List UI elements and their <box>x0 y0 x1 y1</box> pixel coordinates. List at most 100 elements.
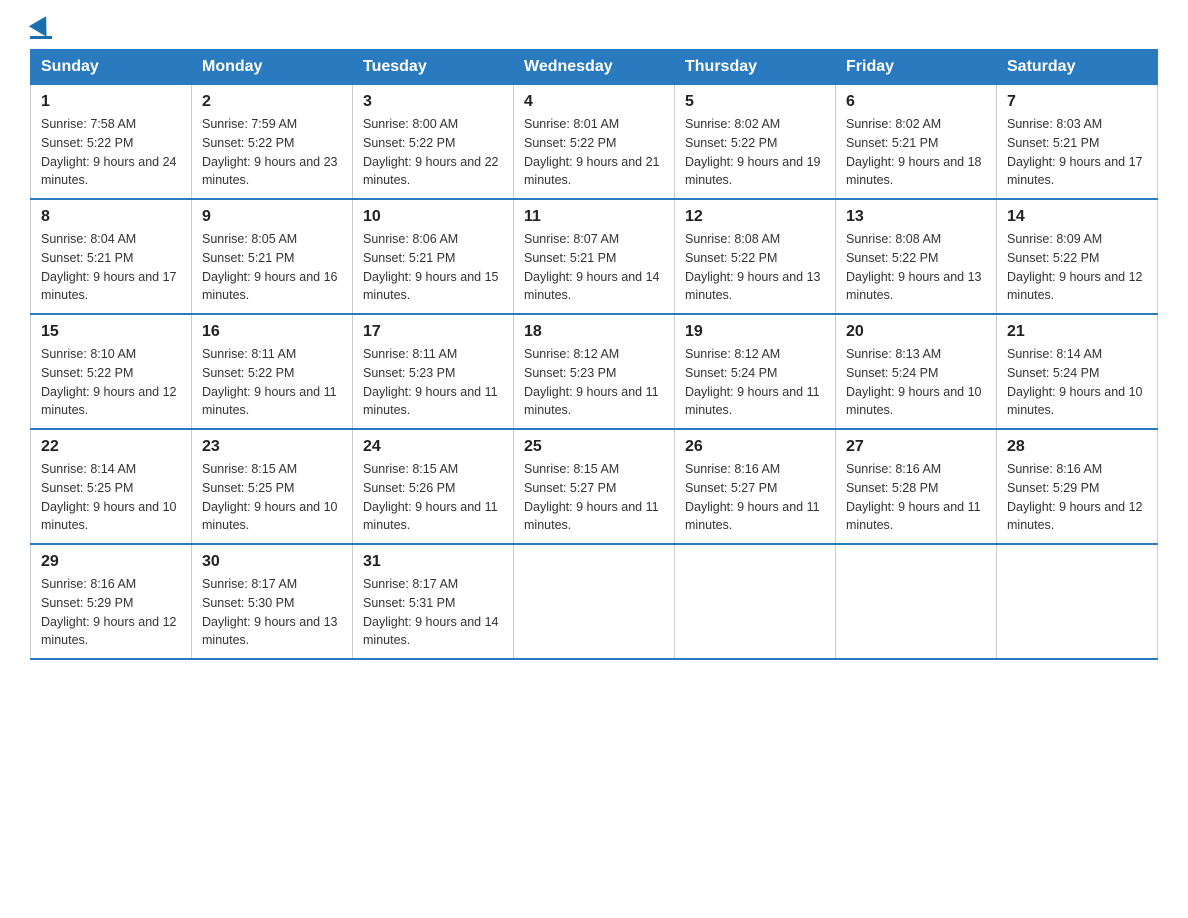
week-row-3: 15 Sunrise: 8:10 AMSunset: 5:22 PMDayligh… <box>31 314 1158 429</box>
day-info: Sunrise: 8:02 AMSunset: 5:22 PMDaylight:… <box>685 115 825 190</box>
calendar-cell: 20Sunrise: 8:13 AMSunset: 5:24 PMDayligh… <box>836 314 997 429</box>
day-number: 28 <box>1007 438 1147 456</box>
calendar-cell: 11 Sunrise: 8:07 AMSunset: 5:21 PMDayligh… <box>514 199 675 314</box>
day-info: Sunrise: 8:03 AMSunset: 5:21 PMDaylight:… <box>1007 115 1147 190</box>
calendar-cell <box>514 544 675 659</box>
day-info: Sunrise: 8:16 AMSunset: 5:28 PMDaylight:… <box>846 460 986 535</box>
day-info: Sunrise: 8:09 AMSunset: 5:22 PMDaylight:… <box>1007 230 1147 305</box>
day-info: Sunrise: 8:15 AMSunset: 5:25 PMDaylight:… <box>202 460 342 535</box>
week-row-4: 22 Sunrise: 8:14 AMSunset: 5:25 PMDayligh… <box>31 429 1158 544</box>
day-number: 6 <box>846 93 986 111</box>
calendar-cell: 30 Sunrise: 8:17 AMSunset: 5:30 PMDayligh… <box>192 544 353 659</box>
day-number: 7 <box>1007 93 1147 111</box>
weekday-header-tuesday: Tuesday <box>353 50 514 85</box>
calendar-cell: 31Sunrise: 8:17 AMSunset: 5:31 PMDayligh… <box>353 544 514 659</box>
day-number: 29 <box>41 553 181 571</box>
day-info: Sunrise: 8:08 AMSunset: 5:22 PMDaylight:… <box>846 230 986 305</box>
day-number: 25 <box>524 438 664 456</box>
day-number: 19 <box>685 323 825 341</box>
calendar-cell: 8 Sunrise: 8:04 AMSunset: 5:21 PMDaylight… <box>31 199 192 314</box>
day-number: 13 <box>846 208 986 226</box>
weekday-header-wednesday: Wednesday <box>514 50 675 85</box>
calendar-cell: 7 Sunrise: 8:03 AMSunset: 5:21 PMDaylight… <box>997 85 1158 200</box>
week-row-1: 1 Sunrise: 7:58 AMSunset: 5:22 PMDaylight… <box>31 85 1158 200</box>
day-number: 8 <box>41 208 181 226</box>
calendar-cell: 4Sunrise: 8:01 AMSunset: 5:22 PMDaylight… <box>514 85 675 200</box>
day-info: Sunrise: 8:10 AMSunset: 5:22 PMDaylight:… <box>41 345 181 420</box>
day-info: Sunrise: 8:07 AMSunset: 5:21 PMDaylight:… <box>524 230 664 305</box>
week-row-2: 8 Sunrise: 8:04 AMSunset: 5:21 PMDaylight… <box>31 199 1158 314</box>
weekday-header-sunday: Sunday <box>31 50 192 85</box>
day-info: Sunrise: 8:15 AMSunset: 5:26 PMDaylight:… <box>363 460 503 535</box>
calendar-cell: 27 Sunrise: 8:16 AMSunset: 5:28 PMDayligh… <box>836 429 997 544</box>
day-number: 22 <box>41 438 181 456</box>
weekday-header-friday: Friday <box>836 50 997 85</box>
calendar-cell <box>675 544 836 659</box>
day-number: 15 <box>41 323 181 341</box>
day-info: Sunrise: 8:01 AMSunset: 5:22 PMDaylight:… <box>524 115 664 190</box>
day-info: Sunrise: 8:16 AMSunset: 5:27 PMDaylight:… <box>685 460 825 535</box>
day-info: Sunrise: 8:12 AMSunset: 5:24 PMDaylight:… <box>685 345 825 420</box>
day-number: 14 <box>1007 208 1147 226</box>
calendar-cell: 2 Sunrise: 7:59 AMSunset: 5:22 PMDaylight… <box>192 85 353 200</box>
calendar-cell: 3Sunrise: 8:00 AMSunset: 5:22 PMDaylight… <box>353 85 514 200</box>
calendar-cell: 26Sunrise: 8:16 AMSunset: 5:27 PMDayligh… <box>675 429 836 544</box>
day-number: 1 <box>41 93 181 111</box>
calendar-cell: 10 Sunrise: 8:06 AMSunset: 5:21 PMDayligh… <box>353 199 514 314</box>
day-number: 30 <box>202 553 342 571</box>
day-info: Sunrise: 8:04 AMSunset: 5:21 PMDaylight:… <box>41 230 181 305</box>
weekday-header-row: SundayMondayTuesdayWednesdayThursdayFrid… <box>31 50 1158 85</box>
weekday-header-saturday: Saturday <box>997 50 1158 85</box>
week-row-5: 29 Sunrise: 8:16 AMSunset: 5:29 PMDayligh… <box>31 544 1158 659</box>
calendar-cell: 21 Sunrise: 8:14 AMSunset: 5:24 PMDayligh… <box>997 314 1158 429</box>
day-info: Sunrise: 8:06 AMSunset: 5:21 PMDaylight:… <box>363 230 503 305</box>
weekday-header-monday: Monday <box>192 50 353 85</box>
day-info: Sunrise: 7:58 AMSunset: 5:22 PMDaylight:… <box>41 115 181 190</box>
calendar-cell: 16 Sunrise: 8:11 AMSunset: 5:22 PMDayligh… <box>192 314 353 429</box>
calendar-cell: 5 Sunrise: 8:02 AMSunset: 5:22 PMDaylight… <box>675 85 836 200</box>
day-number: 11 <box>524 208 664 226</box>
day-info: Sunrise: 8:16 AMSunset: 5:29 PMDaylight:… <box>41 575 181 650</box>
day-info: Sunrise: 8:05 AMSunset: 5:21 PMDaylight:… <box>202 230 342 305</box>
calendar-table: SundayMondayTuesdayWednesdayThursdayFrid… <box>30 49 1158 660</box>
day-info: Sunrise: 8:17 AMSunset: 5:30 PMDaylight:… <box>202 575 342 650</box>
day-info: Sunrise: 8:11 AMSunset: 5:23 PMDaylight:… <box>363 345 503 420</box>
calendar-cell: 6 Sunrise: 8:02 AMSunset: 5:21 PMDaylight… <box>836 85 997 200</box>
day-number: 18 <box>524 323 664 341</box>
day-number: 5 <box>685 93 825 111</box>
day-info: Sunrise: 8:14 AMSunset: 5:25 PMDaylight:… <box>41 460 181 535</box>
day-number: 16 <box>202 323 342 341</box>
day-number: 31 <box>363 553 503 571</box>
day-number: 10 <box>363 208 503 226</box>
day-info: Sunrise: 8:15 AMSunset: 5:27 PMDaylight:… <box>524 460 664 535</box>
day-info: Sunrise: 8:13 AMSunset: 5:24 PMDaylight:… <box>846 345 986 420</box>
day-info: Sunrise: 7:59 AMSunset: 5:22 PMDaylight:… <box>202 115 342 190</box>
day-number: 23 <box>202 438 342 456</box>
weekday-header-thursday: Thursday <box>675 50 836 85</box>
day-info: Sunrise: 8:14 AMSunset: 5:24 PMDaylight:… <box>1007 345 1147 420</box>
calendar-cell: 17Sunrise: 8:11 AMSunset: 5:23 PMDayligh… <box>353 314 514 429</box>
day-number: 2 <box>202 93 342 111</box>
day-number: 24 <box>363 438 503 456</box>
calendar-cell: 22 Sunrise: 8:14 AMSunset: 5:25 PMDayligh… <box>31 429 192 544</box>
day-info: Sunrise: 8:12 AMSunset: 5:23 PMDaylight:… <box>524 345 664 420</box>
day-info: Sunrise: 8:08 AMSunset: 5:22 PMDaylight:… <box>685 230 825 305</box>
day-number: 21 <box>1007 323 1147 341</box>
calendar-cell <box>836 544 997 659</box>
day-number: 9 <box>202 208 342 226</box>
calendar-cell: 28 Sunrise: 8:16 AMSunset: 5:29 PMDayligh… <box>997 429 1158 544</box>
calendar-cell: 23 Sunrise: 8:15 AMSunset: 5:25 PMDayligh… <box>192 429 353 544</box>
logo <box>30 20 52 39</box>
day-number: 27 <box>846 438 986 456</box>
calendar-cell: 13 Sunrise: 8:08 AMSunset: 5:22 PMDayligh… <box>836 199 997 314</box>
calendar-cell: 14 Sunrise: 8:09 AMSunset: 5:22 PMDayligh… <box>997 199 1158 314</box>
calendar-cell: 1 Sunrise: 7:58 AMSunset: 5:22 PMDaylight… <box>31 85 192 200</box>
day-info: Sunrise: 8:02 AMSunset: 5:21 PMDaylight:… <box>846 115 986 190</box>
calendar-cell: 19 Sunrise: 8:12 AMSunset: 5:24 PMDayligh… <box>675 314 836 429</box>
calendar-cell: 12Sunrise: 8:08 AMSunset: 5:22 PMDayligh… <box>675 199 836 314</box>
day-info: Sunrise: 8:11 AMSunset: 5:22 PMDaylight:… <box>202 345 342 420</box>
calendar-cell: 25 Sunrise: 8:15 AMSunset: 5:27 PMDayligh… <box>514 429 675 544</box>
calendar-cell: 18 Sunrise: 8:12 AMSunset: 5:23 PMDayligh… <box>514 314 675 429</box>
calendar-cell: 29 Sunrise: 8:16 AMSunset: 5:29 PMDayligh… <box>31 544 192 659</box>
day-info: Sunrise: 8:16 AMSunset: 5:29 PMDaylight:… <box>1007 460 1147 535</box>
